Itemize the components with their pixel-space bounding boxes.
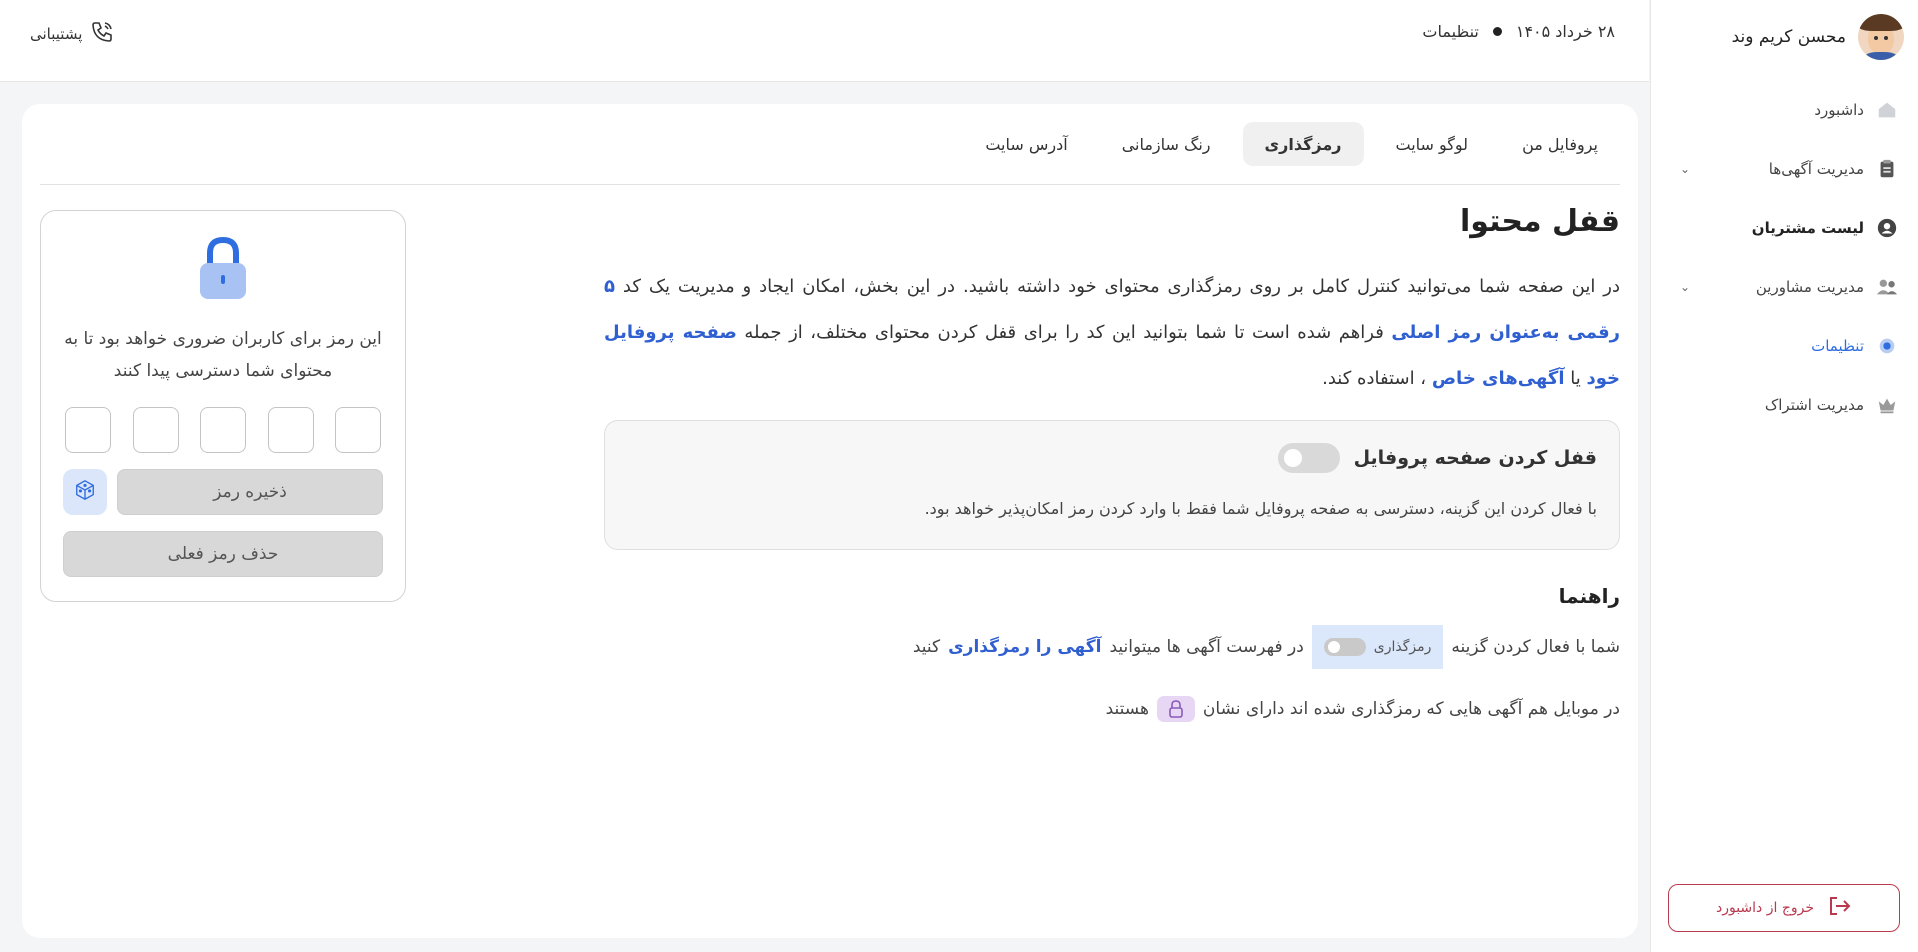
chevron-down-icon[interactable]: ⌄: [1680, 162, 1690, 176]
desc-highlight: آگهی‌های خاص: [1431, 368, 1565, 389]
delete-password-button[interactable]: حذف رمز فعلی: [63, 531, 383, 577]
sidebar-item-customers[interactable]: لیست مشتریان: [1650, 198, 1918, 257]
crown-icon: [1874, 392, 1900, 418]
profile-lock-box: قفل کردن صفحه پروفایل با فعال کردن این گ…: [604, 420, 1620, 550]
logout-button[interactable]: خروج از داشبورد: [1668, 884, 1900, 932]
guide-text: در فهرست آگهی ها میتوانید: [1109, 637, 1304, 657]
pin-digit-2[interactable]: [267, 407, 314, 453]
chevron-down-icon[interactable]: ⌄: [1680, 280, 1690, 294]
gear-icon: [1874, 333, 1900, 359]
sidebar-item-ads[interactable]: مدیریت آگهی‌ها ⌄: [1650, 139, 1918, 198]
sidebar-item-label: تنظیمات: [1811, 336, 1864, 355]
current-date: ۲۸ خرداد ۱۴۰۵: [1515, 22, 1615, 41]
avatar: [1858, 14, 1904, 60]
logout-label: خروج از داشبورد: [1715, 900, 1815, 916]
tab-site-address[interactable]: آدرس سایت: [963, 122, 1089, 166]
sidebar-item-dashboard[interactable]: داشبورد: [1650, 80, 1918, 139]
lock-badge-icon: [1156, 696, 1195, 722]
tab-brand-color[interactable]: رنگ سازمانی: [1100, 122, 1233, 166]
page-title: قفل محتوا: [1460, 204, 1620, 239]
guide-highlight: آگهی را رمزگذاری: [948, 637, 1102, 657]
guide-line-2: در موبایل هم آگهی هایی که رمزگذاری شده ا…: [604, 686, 1620, 732]
content-card: پروفایل من لوگو سایت رمزگذاری رنگ سازمان…: [22, 104, 1638, 938]
guide-text: شما با فعال کردن گزینه: [1451, 637, 1620, 657]
sidebar-item-label: مدیریت مشاورین: [1755, 277, 1864, 296]
save-row: ذخیره رمز: [63, 469, 383, 515]
clipboard-icon: [1874, 156, 1900, 182]
mini-toggle: [1323, 638, 1366, 656]
desc-text: فراهم شده است تا شما بتوانید این کد را ب…: [744, 322, 1384, 343]
top-bar: ۲۸ خرداد ۱۴۰۵ تنظیمات پشتیبانی: [0, 0, 1649, 82]
logout-icon: [1826, 894, 1852, 922]
desc-text: یا: [1570, 368, 1581, 389]
pin-digit-5[interactable]: [65, 407, 111, 453]
sidebar-item-label: مدیریت آگهی‌ها: [1768, 159, 1864, 178]
main-content: قفل محتوا در این صفحه شما می‌توانید کنتر…: [604, 204, 1620, 732]
guide-line-1: شما با فعال کردن گزینه رمزگذاری در فهرست…: [604, 624, 1620, 670]
page-description: در این صفحه شما می‌توانید کنترل کامل بر …: [604, 264, 1620, 402]
pin-digit-3[interactable]: [200, 407, 246, 453]
sidebar-item-settings[interactable]: تنظیمات: [1650, 316, 1918, 375]
breadcrumb: ۲۸ خرداد ۱۴۰۵ تنظیمات: [1422, 22, 1615, 41]
profile-lock-title: قفل کردن صفحه پروفایل: [1353, 447, 1597, 469]
dice-icon: [74, 479, 96, 505]
encryption-pill: رمزگذاری: [1311, 625, 1444, 669]
support-link[interactable]: پشتیبانی: [30, 20, 114, 48]
separator-dot: [1492, 27, 1502, 36]
desc-text: ، استفاده کند.: [1322, 368, 1427, 389]
sidebar: محسن کریم وند داشبورد مدیریت آگهی‌ها ⌄ ل…: [1650, 0, 1918, 952]
guide-text: هستند: [1105, 699, 1149, 719]
home-icon: [1874, 97, 1900, 123]
lock-icon: [196, 235, 250, 307]
desc-text: در این صفحه شما می‌توانید کنترل کامل بر …: [622, 276, 1620, 297]
sidebar-item-label: داشبورد: [1814, 100, 1864, 119]
generate-code-button[interactable]: [63, 469, 107, 515]
user-name: محسن کریم وند: [1731, 27, 1846, 47]
save-password-button[interactable]: ذخیره رمز: [117, 469, 383, 515]
user-profile[interactable]: محسن کریم وند: [1732, 14, 1904, 60]
guide-title: راهنما: [1558, 584, 1620, 608]
user-circle-icon: [1874, 215, 1900, 241]
guide-text: کنید: [912, 637, 941, 657]
sidebar-item-label: لیست مشتریان: [1751, 218, 1864, 237]
tab-divider: [40, 184, 1620, 185]
profile-lock-toggle[interactable]: [1277, 443, 1340, 473]
tab-profile[interactable]: پروفایل من: [1500, 122, 1620, 166]
guide-text: در موبایل هم آگهی هایی که رمزگذاری شده ا…: [1202, 699, 1620, 719]
sidebar-nav: داشبورد مدیریت آگهی‌ها ⌄ لیست مشتریان مد…: [1650, 80, 1918, 434]
tab-encryption[interactable]: رمزگذاری: [1242, 122, 1364, 166]
profile-lock-subtitle: با فعال کردن این گزینه، دسترسی به صفحه پ…: [924, 499, 1597, 518]
settings-tabs: پروفایل من لوگو سایت رمزگذاری رنگ سازمان…: [963, 122, 1620, 166]
users-icon: [1874, 274, 1900, 300]
phone-icon: [90, 20, 114, 48]
password-description: این رمز برای کاربران ضروری خواهد بود تا …: [64, 329, 382, 381]
sidebar-item-subscription[interactable]: مدیریت اشتراک: [1650, 375, 1918, 434]
support-label: پشتیبانی: [30, 25, 83, 43]
current-section: تنظیمات: [1422, 22, 1479, 41]
sidebar-item-consultants[interactable]: مدیریت مشاورین ⌄: [1650, 257, 1918, 316]
sidebar-item-label: مدیریت اشتراک: [1764, 395, 1864, 414]
password-panel: این رمز برای کاربران ضروری خواهد بود تا …: [40, 210, 406, 602]
pin-digit-1[interactable]: [335, 407, 381, 453]
pin-digit-4[interactable]: [132, 407, 179, 453]
pill-label: رمزگذاری: [1373, 639, 1432, 655]
pin-inputs: [65, 407, 381, 453]
tab-logo[interactable]: لوگو سایت: [1374, 122, 1491, 166]
